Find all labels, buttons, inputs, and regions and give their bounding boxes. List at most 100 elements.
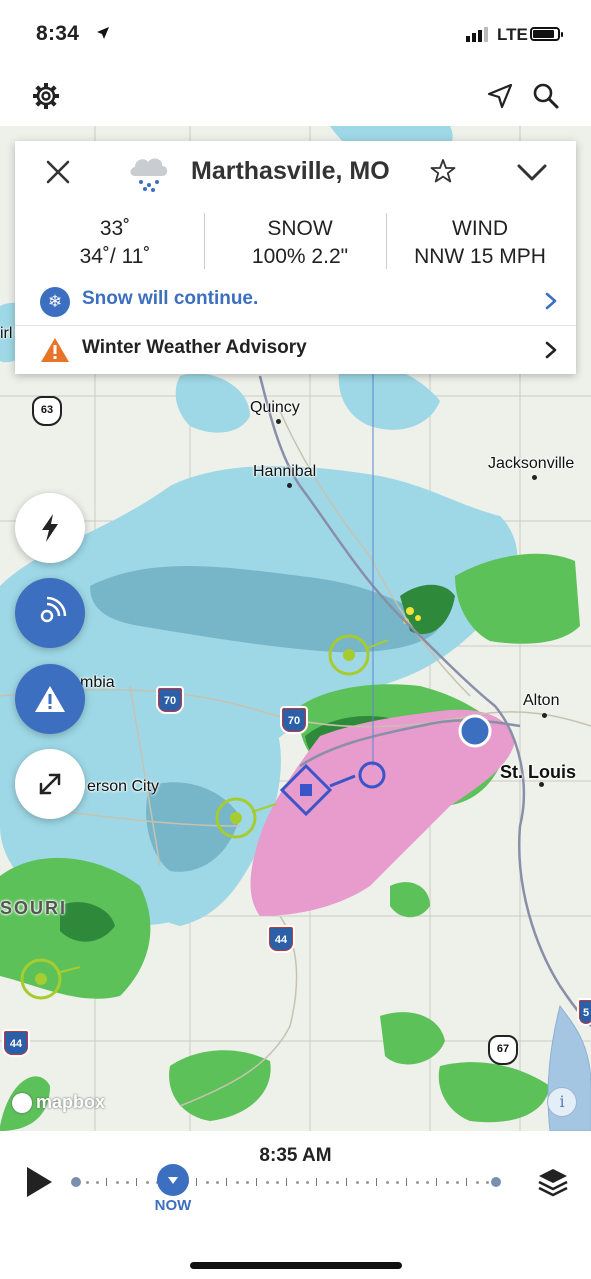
- snowflake-icon: ❄: [40, 287, 70, 317]
- city-label-hannibal: Hannibal: [253, 463, 317, 480]
- timeline-tick: [326, 1181, 329, 1184]
- timeline-tick: [266, 1181, 269, 1184]
- network-type: LTE: [497, 25, 528, 44]
- highway-shield-i44-center: 44: [267, 925, 295, 953]
- city-label-jefferson-city: erson City: [87, 778, 160, 795]
- alert-row[interactable]: Winter Weather Advisory: [15, 326, 576, 374]
- map-info-button[interactable]: i: [547, 1087, 577, 1117]
- state-label-missouri: SOURI: [0, 898, 68, 918]
- timeline-track[interactable]: [71, 1177, 501, 1187]
- timeline-tick: [286, 1178, 287, 1186]
- status-time: 8:34: [36, 22, 80, 45]
- precip-label: SNOW: [267, 217, 333, 240]
- timeline-tick: [476, 1181, 479, 1184]
- mapbox-attribution[interactable]: mapbox: [12, 1092, 105, 1113]
- stat-divider: [386, 213, 387, 269]
- highway-shield-us67: 67: [488, 1035, 518, 1065]
- precip-stat: SNOW 100% 2.2": [225, 215, 375, 271]
- timeline-tick: [96, 1181, 99, 1184]
- search-icon[interactable]: [530, 80, 562, 112]
- warning-icon: [41, 338, 69, 362]
- timeline-tick: [146, 1181, 149, 1184]
- alert-icon: [35, 686, 65, 712]
- timeline-tick: [206, 1181, 209, 1184]
- timeline-tick: [126, 1181, 129, 1184]
- city-label-edge: irl: [0, 325, 13, 342]
- timeline-tick: [466, 1178, 467, 1186]
- timeline-time: 8:35 AM: [259, 1145, 332, 1166]
- city-dot: [287, 483, 292, 488]
- expand-icon: [39, 773, 61, 795]
- play-icon[interactable]: [24, 1165, 54, 1199]
- high-low-temperature: 34˚/ 11˚: [79, 245, 151, 268]
- location-title: Marthasville, MO: [191, 157, 390, 185]
- timeline-tick: [136, 1178, 137, 1186]
- layers-icon[interactable]: [536, 1165, 570, 1199]
- timeline-tick: [486, 1181, 489, 1184]
- timeline-tick: [306, 1181, 309, 1184]
- close-icon[interactable]: [43, 157, 73, 187]
- current-temperature: 33˚: [99, 217, 131, 240]
- location-services-icon: [97, 27, 109, 39]
- radar-button[interactable]: [15, 578, 85, 648]
- timeline-tick: [491, 1177, 501, 1187]
- timeline-tick: [276, 1181, 279, 1184]
- city-dot: [542, 713, 547, 718]
- highway-shield-edge: 5: [577, 998, 591, 1026]
- alert-text: Winter Weather Advisory: [82, 337, 307, 358]
- city-dot: [532, 475, 537, 480]
- wind-value: NNW 15 MPH: [414, 245, 546, 268]
- mapbox-logo-icon: [12, 1093, 32, 1113]
- forecast-row[interactable]: ❄ Snow will continue.: [15, 277, 576, 325]
- wind-label: WIND: [452, 217, 508, 240]
- timeline-tick: [356, 1181, 359, 1184]
- favorite-star-icon[interactable]: [429, 157, 457, 185]
- lightning-button[interactable]: [15, 493, 85, 563]
- city-label-quincy: Quincy: [250, 399, 300, 416]
- chevron-down-icon[interactable]: [515, 157, 549, 187]
- timeline-scrubber[interactable]: [157, 1164, 189, 1196]
- timeline-tick: [346, 1178, 347, 1186]
- forecast-text: Snow will continue.: [82, 288, 259, 309]
- precip-value: 100% 2.2": [251, 245, 349, 268]
- city-label-st-louis: St. Louis: [500, 762, 576, 782]
- timeline-tick: [336, 1181, 339, 1184]
- wind-stat: WIND NNW 15 MPH: [400, 215, 560, 271]
- temperature-stat: 33˚ 34˚/ 11˚: [55, 215, 175, 271]
- radar-icon: [40, 596, 67, 623]
- timeline-tick: [226, 1178, 227, 1186]
- timeline-tick: [196, 1178, 197, 1186]
- timeline-tick: [316, 1178, 317, 1186]
- timeline-tick: [436, 1178, 437, 1186]
- gear-icon[interactable]: [30, 80, 62, 112]
- alerts-button[interactable]: [15, 664, 85, 734]
- snow-cloud-icon: [130, 158, 168, 192]
- timeline-tick: [376, 1178, 377, 1186]
- timeline-tick: [236, 1181, 239, 1184]
- city-label-alton: Alton: [523, 692, 560, 709]
- expand-button[interactable]: [15, 749, 85, 819]
- city-label-columbia: mbia: [80, 674, 115, 691]
- radar-timeline: 8:35 AM NOW: [0, 1131, 591, 1279]
- timeline-tick: [426, 1181, 429, 1184]
- battery-icon: [530, 27, 563, 41]
- timeline-tick: [366, 1181, 369, 1184]
- timeline-tick: [256, 1178, 257, 1186]
- mapbox-attribution-text: mapbox: [36, 1091, 106, 1112]
- timeline-tick: [396, 1181, 399, 1184]
- city-dot: [276, 419, 281, 424]
- navigation-arrow-icon[interactable]: [484, 80, 516, 112]
- city-label-jacksonville: Jacksonville: [488, 455, 575, 472]
- home-indicator: [190, 1262, 402, 1269]
- top-toolbar: [0, 70, 591, 126]
- timeline-tick: [106, 1178, 107, 1186]
- timeline-tick: [416, 1181, 419, 1184]
- timeline-tick: [406, 1178, 407, 1186]
- highway-shield-us63: 63: [32, 396, 62, 426]
- timeline-tick: [246, 1181, 249, 1184]
- timeline-tick: [86, 1181, 89, 1184]
- location-weather-card: Marthasville, MO 33˚ 34˚/ 11˚ SNOW 100% …: [15, 141, 576, 374]
- timeline-tick: [456, 1181, 459, 1184]
- timeline-tick: [216, 1181, 219, 1184]
- timeline-now-label: NOW: [154, 1197, 192, 1214]
